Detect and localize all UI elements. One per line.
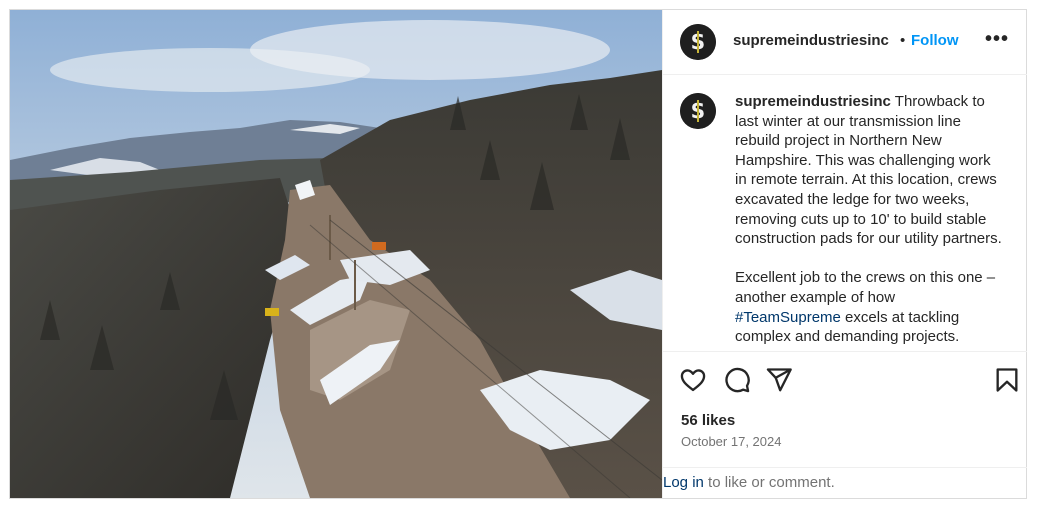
caption-text: supremeindustriesinc Throwback to last w… (735, 92, 1005, 347)
hashtag-link[interactable]: #TeamSupreme (735, 309, 841, 326)
caption-area[interactable]: S supremeindustriesinc Throwback to last… (663, 75, 1027, 352)
post-side-panel: S supremeindustriesinc • Follow ••• S su… (662, 10, 1027, 498)
avatar[interactable]: S (680, 24, 716, 60)
bookmark-icon (996, 368, 1018, 392)
likes-count[interactable]: 56 likes (681, 412, 735, 429)
caption-body-1: Throwback to last winter at our transmis… (735, 93, 1002, 306)
account-username[interactable]: supremeindustriesinc (733, 32, 889, 49)
post-photo[interactable] (10, 10, 662, 498)
brand-logo-icon: S (680, 93, 716, 129)
login-link[interactable]: Log in (663, 474, 704, 491)
brand-logo-icon: S (680, 24, 716, 60)
separator-dot: • (900, 32, 906, 49)
comment-button[interactable] (723, 366, 751, 394)
action-bar (663, 366, 1027, 396)
more-options-button[interactable]: ••• (985, 28, 1009, 51)
follow-button[interactable]: Follow (911, 32, 959, 49)
like-button[interactable] (679, 366, 707, 394)
caption-avatar[interactable]: S (680, 93, 716, 129)
save-button[interactable] (993, 366, 1021, 394)
post-photo-image (10, 10, 662, 498)
login-prompt: Log in to like or comment. (663, 474, 835, 491)
instagram-post-card: S supremeindustriesinc • Follow ••• S su… (9, 9, 1027, 499)
share-icon (766, 368, 792, 392)
comment-footer: Log in to like or comment. (663, 467, 1027, 498)
heart-icon (680, 369, 706, 392)
share-button[interactable] (765, 366, 793, 394)
login-prompt-text: to like or comment. (703, 474, 835, 491)
caption-username[interactable]: supremeindustriesinc (735, 93, 891, 110)
comment-icon (725, 367, 750, 393)
post-date[interactable]: October 17, 2024 (681, 434, 781, 449)
post-header: S supremeindustriesinc • Follow ••• (663, 10, 1027, 75)
